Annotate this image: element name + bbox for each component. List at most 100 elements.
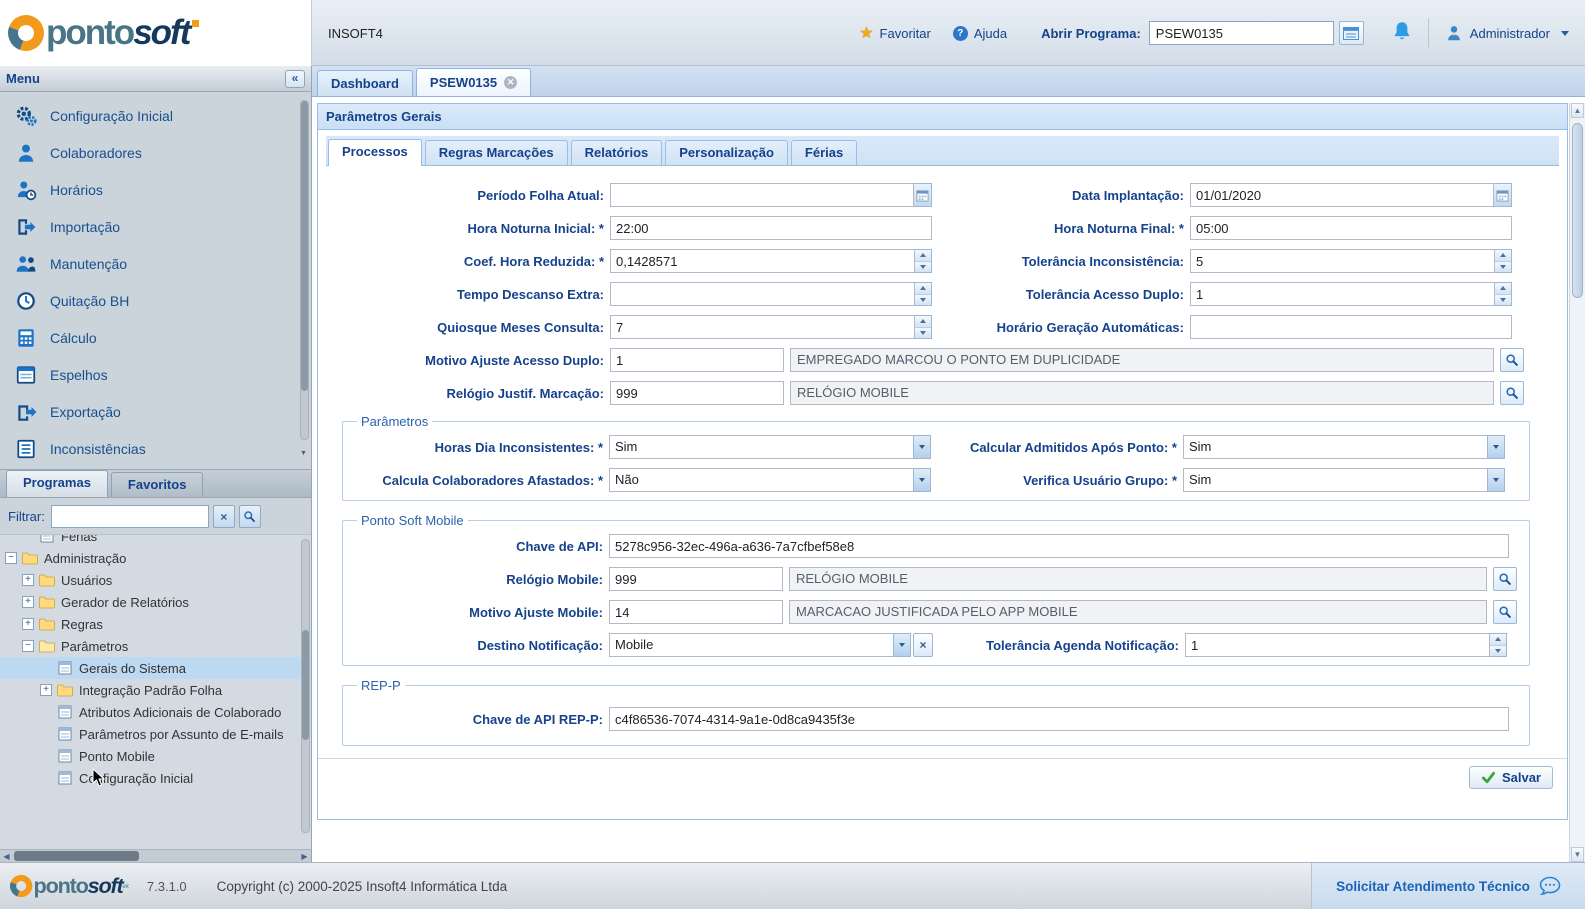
lookup-search-button[interactable]	[1493, 567, 1517, 591]
destino-notificacao-combo[interactable]: Mobile	[609, 633, 911, 657]
horas-dia-inconsistentes-combo[interactable]: Sim	[609, 435, 931, 459]
tree-scrollbar-thumb[interactable]	[302, 630, 309, 740]
sidebar-item-importacao[interactable]: Importação	[0, 208, 311, 245]
tree-item-parametros[interactable]: − Parâmetros	[0, 635, 311, 657]
nav-scrollbar-thumb[interactable]	[301, 101, 308, 391]
tree-hscrollbar-thumb[interactable]	[14, 851, 139, 861]
calendar-trigger-button[interactable]	[1494, 183, 1512, 207]
filter-search-button[interactable]	[238, 505, 261, 528]
tab-close-icon[interactable]: ✕	[504, 76, 518, 89]
expand-plus-icon[interactable]: +	[22, 574, 34, 586]
tab-regras-marcacoes[interactable]: Regras Marcações	[424, 140, 568, 165]
tree-item-ponto-mobile[interactable]: Ponto Mobile	[0, 745, 311, 767]
tree-item-usuarios[interactable]: + Usuários	[0, 569, 311, 591]
spin-down-button[interactable]	[1495, 261, 1511, 272]
tree-horizontal-scrollbar[interactable]: ◀ ▶	[0, 849, 311, 862]
help-button[interactable]: ? Ajuda	[952, 25, 1007, 41]
combo-dropdown-button[interactable]	[1487, 468, 1505, 492]
collapse-minus-icon[interactable]: −	[22, 640, 34, 652]
coef-hora-reduzida-input[interactable]	[610, 249, 915, 273]
sidebar-item-calculo[interactable]: Cálculo	[0, 319, 311, 356]
scroll-down-arrow[interactable]: ▼	[1571, 847, 1584, 862]
scroll-right-arrow[interactable]: ▶	[298, 852, 311, 861]
scroll-left-arrow[interactable]: ◀	[0, 852, 13, 861]
expand-plus-icon[interactable]: +	[40, 684, 52, 696]
expand-plus-icon[interactable]: +	[22, 596, 34, 608]
lookup-search-button[interactable]	[1500, 348, 1524, 372]
combo-dropdown-button[interactable]	[893, 633, 911, 657]
data-implantacao-input[interactable]	[1190, 183, 1494, 207]
sidebar-item-quitacao-bh[interactable]: Quitação BH	[0, 282, 311, 319]
sidebar-item-exportacao[interactable]: Exportação	[0, 393, 311, 430]
nav-scroll-down-arrow[interactable]: ▼	[298, 448, 309, 459]
scroll-up-arrow[interactable]: ▲	[1571, 103, 1584, 118]
relogio-mobile-input[interactable]	[609, 567, 783, 591]
spin-down-button[interactable]	[1490, 645, 1506, 656]
tab-personalizacao[interactable]: Personalização	[665, 140, 788, 165]
save-button[interactable]: Salvar	[1468, 766, 1553, 789]
combo-dropdown-button[interactable]	[1487, 435, 1505, 459]
tree-item-integracao-padrao-folha[interactable]: + Integração Padrão Folha	[0, 679, 311, 701]
quiosque-meses-consulta-input[interactable]	[610, 315, 915, 339]
spin-up-button[interactable]	[915, 250, 931, 262]
periodo-folha-input[interactable]	[610, 183, 914, 207]
lookup-search-button[interactable]	[1493, 600, 1517, 624]
motivo-ajuste-mobile-input[interactable]	[609, 600, 783, 624]
tolerancia-inconsistencia-input[interactable]	[1190, 249, 1495, 273]
filter-clear-button[interactable]: ×	[212, 505, 235, 528]
calcula-colaboradores-afastados-combo[interactable]: Não	[609, 468, 931, 492]
tree-item-gerador-relatorios[interactable]: + Gerador de Relatórios	[0, 591, 311, 613]
nav-scrollbar[interactable]	[300, 100, 309, 440]
chave-api-rep-p-input[interactable]	[609, 707, 1509, 731]
tab-programas[interactable]: Programas	[6, 470, 108, 497]
spin-up-button[interactable]	[1490, 634, 1506, 646]
tree-item-administracao[interactable]: − Administração	[0, 547, 311, 569]
filter-input[interactable]	[50, 505, 209, 528]
calcular-admitidos-apos-ponto-combo[interactable]: Sim	[1183, 435, 1505, 459]
spin-down-button[interactable]	[915, 294, 931, 305]
notifications-button[interactable]	[1392, 21, 1412, 46]
tree-item-gerais-do-sistema[interactable]: Gerais do Sistema	[0, 657, 311, 679]
spin-down-button[interactable]	[915, 327, 931, 338]
tree-item-regras[interactable]: + Regras	[0, 613, 311, 635]
tab-ferias[interactable]: Férias	[790, 140, 858, 165]
tab-favoritos[interactable]: Favoritos	[110, 472, 204, 497]
user-menu-button[interactable]: Administrador	[1445, 24, 1569, 42]
favorite-button[interactable]: ★ Favoritar	[859, 23, 931, 43]
sidebar-item-espelhos[interactable]: Espelhos	[0, 356, 311, 393]
lookup-search-button[interactable]	[1500, 381, 1524, 405]
relogio-justif-marcacao-input[interactable]	[610, 381, 784, 405]
expand-plus-icon[interactable]: +	[22, 618, 34, 630]
spin-up-button[interactable]	[1495, 283, 1511, 295]
tree-item-clipped[interactable]: Férias	[0, 535, 311, 547]
sidebar-item-manutencao[interactable]: Manutenção	[0, 245, 311, 282]
tree-item-parametros-assunto-emails[interactable]: Parâmetros por Assunto de E-mails	[0, 723, 311, 745]
sidebar-item-configuracao-inicial[interactable]: Configuração Inicial	[0, 97, 311, 134]
spin-up-button[interactable]	[1495, 250, 1511, 262]
sidebar-item-horarios[interactable]: Horários	[0, 171, 311, 208]
hora-noturna-final-input[interactable]	[1190, 216, 1512, 240]
calendar-trigger-button[interactable]	[914, 183, 932, 207]
tab-dashboard[interactable]: Dashboard	[317, 70, 413, 96]
collapse-minus-icon[interactable]: −	[5, 552, 17, 564]
program-list-button[interactable]	[1338, 21, 1364, 45]
motivo-ajuste-acesso-duplo-input[interactable]	[610, 348, 784, 372]
tab-psew0135[interactable]: PSEW0135 ✕	[415, 68, 532, 96]
open-program-input[interactable]	[1148, 21, 1334, 45]
sidebar-item-inconsistencias[interactable]: Inconsistências	[0, 430, 311, 467]
hora-noturna-inicial-input[interactable]	[610, 216, 932, 240]
main-vertical-scrollbar[interactable]: ▲ ▼	[1569, 103, 1585, 862]
tab-relatorios[interactable]: Relatórios	[570, 140, 663, 165]
main-scrollbar-thumb[interactable]	[1572, 123, 1583, 298]
tree-item-configuracao-inicial[interactable]: Configuração Inicial	[0, 767, 311, 789]
combo-dropdown-button[interactable]	[913, 435, 931, 459]
tolerancia-agenda-notificacao-input[interactable]	[1185, 633, 1490, 657]
tab-processos[interactable]: Processos	[328, 139, 422, 166]
sidebar-collapse-button[interactable]: «	[285, 69, 305, 88]
spin-up-button[interactable]	[915, 316, 931, 328]
spin-up-button[interactable]	[915, 283, 931, 295]
chave-api-input[interactable]	[609, 534, 1509, 558]
tree-scrollbar[interactable]	[301, 539, 310, 833]
combo-dropdown-button[interactable]	[913, 468, 931, 492]
support-button[interactable]: Solicitar Atendimento Técnico	[1311, 863, 1585, 909]
